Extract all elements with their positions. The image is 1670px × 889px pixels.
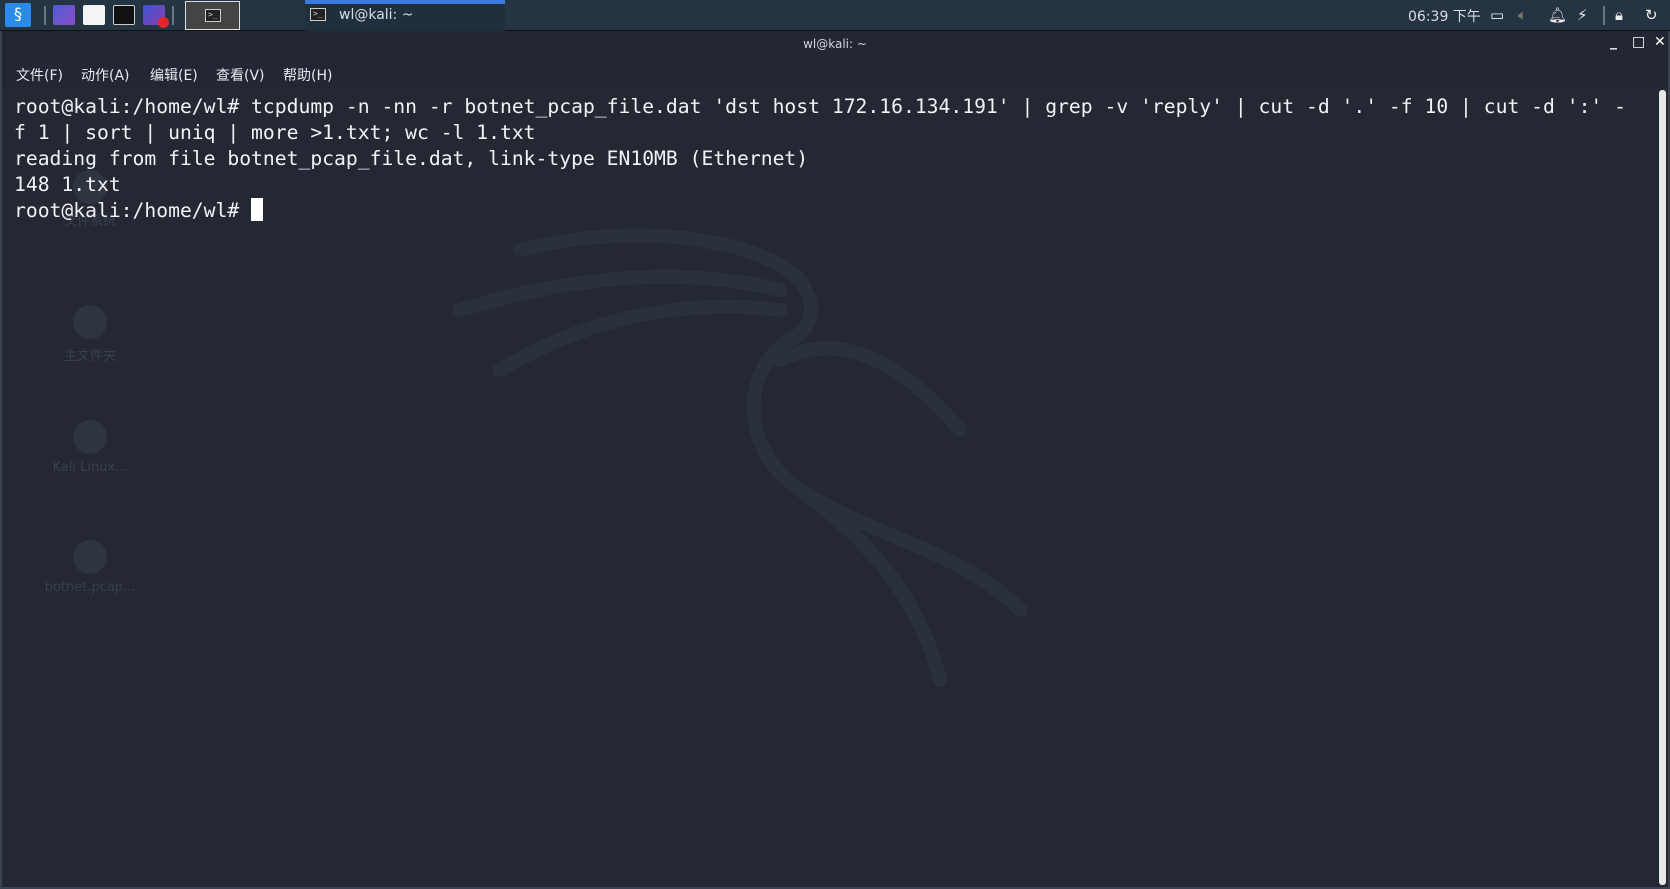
separator [1603, 6, 1605, 25]
scrollbar[interactable] [1659, 90, 1666, 885]
window-titlebar[interactable]: wl@kali: ~ [0, 31, 1670, 59]
lock-icon[interactable]: 🔒︎ [1615, 6, 1623, 24]
desktop-icon[interactable]: Kali Linux... [40, 420, 140, 475]
terminal-icon[interactable] [113, 5, 135, 25]
power-manager-icon[interactable]: ⚡︎ [1577, 6, 1588, 24]
minimize-button[interactable]: _ [1610, 34, 1617, 50]
terminal-line: 148 1.txt [14, 173, 121, 196]
menu-help[interactable]: 帮助(H) [283, 65, 332, 85]
volume-icon[interactable]: 🔈︎ [1518, 6, 1527, 24]
scrollbar-thumb[interactable] [1659, 90, 1666, 885]
display-icon[interactable]: ▭ [1490, 6, 1504, 24]
terminal-output[interactable]: root@kali:/home/wl# tcpdump -n -nn -r bo… [14, 94, 1654, 224]
taskbar: § >_ >_ wl@kali: ~ 06:39 下午 ▭ 🔈︎ 🔔︎ ⚡︎ 🔒︎… [0, 0, 1670, 31]
disc-icon [73, 420, 107, 454]
desktop-icon[interactable]: 主文件夹 [40, 305, 140, 364]
separator [172, 6, 174, 25]
taskbar-window-button[interactable]: >_ wl@kali: ~ [305, 0, 505, 31]
notification-bell-icon[interactable]: 🔔︎ [1548, 6, 1567, 24]
menu-edit[interactable]: 编辑(E) [150, 65, 198, 85]
close-button[interactable]: ✕ [1654, 34, 1666, 50]
window-title: wl@kali: ~ [803, 37, 867, 51]
terminal-line: f 1 | sort | uniq | more >1.txt; wc -l 1… [14, 121, 536, 144]
menu-file[interactable]: 文件(F) [16, 65, 63, 85]
kali-dragon-watermark [453, 228, 1027, 687]
menu-view[interactable]: 查看(V) [216, 65, 265, 85]
menubar: 文件(F) 动作(A) 编辑(E) 查看(V) 帮助(H) [0, 59, 1670, 87]
workspace-icon[interactable] [53, 5, 75, 25]
terminal-icon: >_ [310, 8, 326, 21]
file-manager-icon[interactable] [83, 5, 105, 25]
maximize-button[interactable]: □ [1632, 34, 1645, 50]
terminal-line: root@kali:/home/wl# tcpdump -n -nn -r bo… [14, 95, 1626, 118]
terminal-prompt: root@kali:/home/wl# [14, 199, 252, 222]
screen-recorder-icon[interactable] [143, 5, 169, 28]
terminal-prompt-line: root@kali:/home/wl# [14, 198, 1654, 224]
text-cursor [251, 198, 264, 221]
kali-menu-icon[interactable]: § [5, 3, 31, 27]
terminal-icon: >_ [205, 9, 221, 22]
home-folder-icon [73, 305, 107, 339]
terminal-line: reading from file botnet_pcap_file.dat, … [14, 147, 809, 170]
menu-action[interactable]: 动作(A) [81, 65, 130, 85]
separator [44, 6, 46, 25]
clock[interactable]: 06:39 下午 [1408, 6, 1481, 26]
logout-icon[interactable]: ↻ [1645, 6, 1658, 24]
show-desktop-terminal-button[interactable]: >_ [185, 1, 240, 30]
taskbar-window-label: wl@kali: ~ [339, 7, 414, 23]
file-icon [73, 540, 107, 574]
desktop-icon[interactable]: botnet.pcap... [40, 540, 140, 595]
